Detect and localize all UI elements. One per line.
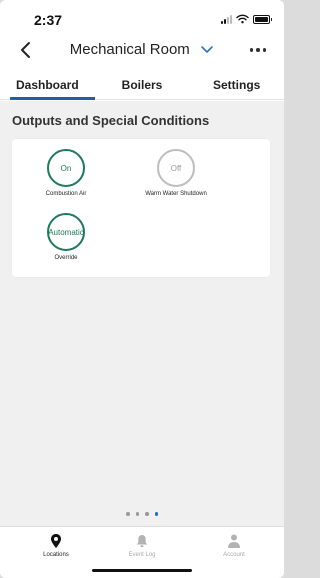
page-dot[interactable]	[145, 512, 149, 516]
tab-bar: Dashboard Boilers Settings	[0, 70, 284, 100]
page-dot[interactable]	[126, 512, 130, 516]
nav-event-log[interactable]: Event Log	[102, 533, 182, 558]
section-title: Outputs and Special Conditions	[12, 113, 210, 128]
phone-screen: 2:37 Mechanical Room Dashboard Boilers S…	[0, 0, 284, 578]
tab-dashboard[interactable]: Dashboard	[0, 70, 95, 100]
cellular-signal-icon	[221, 14, 232, 24]
status-circle: On	[47, 149, 85, 187]
nav-label: Account	[223, 552, 245, 558]
page-dot-active[interactable]	[154, 512, 158, 516]
wifi-icon	[236, 14, 249, 24]
nav-label: Locations	[43, 552, 69, 558]
output-label: Override	[54, 255, 78, 261]
status-circle: Off	[157, 149, 195, 187]
nav-label: Event Log	[128, 552, 156, 558]
nav-locations[interactable]: Locations	[16, 533, 96, 558]
page-title: Mechanical Room	[69, 41, 190, 58]
output-label: Combustion Air	[45, 191, 87, 197]
status-time: 2:37	[34, 12, 63, 28]
page-indicator	[0, 512, 284, 516]
battery-icon	[253, 14, 272, 24]
more-options-icon[interactable]	[249, 48, 266, 52]
location-pin-icon	[51, 534, 61, 548]
status-icons	[221, 14, 272, 24]
nav-account[interactable]: Account	[194, 533, 274, 558]
dashboard-content: Outputs and Special Conditions On Combus…	[0, 101, 284, 526]
bell-icon	[136, 535, 148, 548]
page-dot[interactable]	[135, 512, 139, 516]
status-bar: 2:37	[0, 0, 284, 36]
output-override[interactable]: Automatic Override	[31, 213, 101, 261]
outputs-card: On Combustion Air Off Warm Water Shutdow…	[12, 139, 270, 277]
location-selector[interactable]: Mechanical Room	[0, 41, 284, 59]
status-circle: Automatic	[47, 213, 85, 251]
tab-boilers[interactable]: Boilers	[95, 70, 190, 99]
output-warm-water-shutdown[interactable]: Off Warm Water Shutdown	[126, 149, 226, 197]
header: Mechanical Room	[0, 36, 284, 66]
home-indicator	[92, 569, 192, 572]
tab-settings[interactable]: Settings	[189, 70, 284, 99]
output-combustion-air[interactable]: On Combustion Air	[31, 149, 101, 197]
output-label: Warm Water Shutdown	[145, 191, 207, 197]
chevron-down-icon	[201, 45, 214, 53]
person-icon	[228, 534, 240, 548]
bottom-navigation: Locations Event Log Account	[0, 526, 284, 578]
